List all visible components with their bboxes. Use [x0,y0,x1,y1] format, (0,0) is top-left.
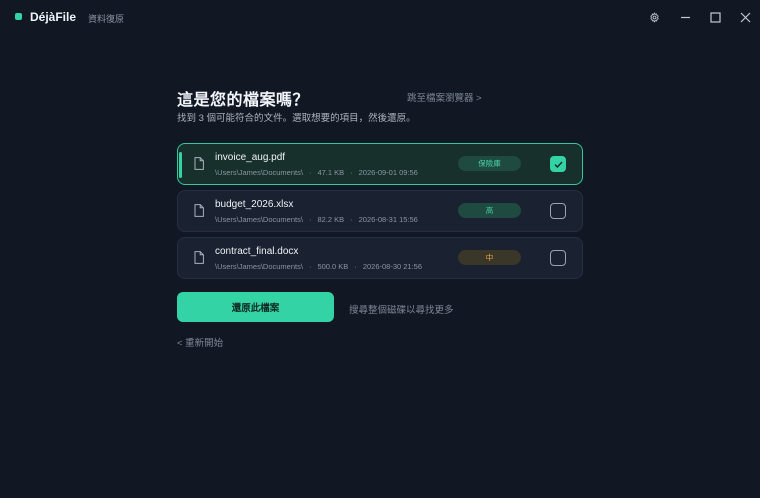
close-icon[interactable] [736,8,754,26]
select-checkbox[interactable] [550,250,566,266]
file-icon [194,204,204,217]
deep-scan-link[interactable]: 搜尋整個磁碟以尋找更多 [349,302,454,316]
select-checkbox[interactable] [550,203,566,219]
status-badge: 高 [458,203,521,218]
title-bar: DéjàFile 資料復原 [0,0,760,34]
meta-separator: · [350,168,353,177]
file-meta: \Users\James\Documents\ · 82.2 KB · 2026-08-… [215,215,418,224]
app-name: DéjàFile [30,10,77,24]
file-meta: \Users\James\Documents\ · 47.1 KB · 2026-09-… [215,168,418,177]
select-checkbox[interactable] [550,156,566,172]
page-subtitle: 找到 3 個可能符合的文件。選取想要的項目，然後還原。 [177,113,416,124]
file-path: \Users\James\Documents\ [215,168,303,177]
file-date: 2026-08-30 21:56 [362,262,423,271]
selection-accent [179,152,182,178]
file-name: contract_final.docx [215,246,299,257]
file-name: invoice_aug.pdf [215,152,286,163]
status-badge: 保險庫 [458,156,521,171]
check-icon [554,161,563,168]
file-path: \Users\James\Documents\ [215,262,303,271]
file-name: budget_2026.xlsx [215,199,294,210]
section-name: 資料復原 [88,14,125,24]
file-meta: \Users\James\Documents\ · 500.0 KB · 2026-08… [215,262,422,271]
browse-files-link[interactable]: 跳至檔案瀏覽器 > [407,90,482,104]
meta-separator: · [354,262,357,271]
file-card-budget[interactable]: budget_2026.xlsx \Users\James\Documents\… [177,190,583,232]
minimize-icon[interactable] [676,8,694,26]
status-badge: 中 [458,250,521,265]
maximize-icon[interactable] [706,8,724,26]
file-size: 500.0 KB [317,262,349,271]
gear-icon[interactable] [645,8,663,26]
file-path: \Users\James\Documents\ [215,215,303,224]
meta-separator: · [308,215,312,224]
file-icon [194,251,204,264]
restore-file-button[interactable]: 還原此檔案 [177,292,334,322]
file-size: 82.2 KB [317,215,345,224]
file-card-invoice[interactable]: invoice_aug.pdf \Users\James\Documents\ ·… [177,143,583,185]
file-icon [194,157,204,170]
meta-separator: · [350,215,353,224]
app-logo-icon [15,13,22,20]
restart-link[interactable]: < 重新開始 [177,335,223,349]
meta-separator: · [308,262,312,271]
file-size: 47.1 KB [317,168,345,177]
meta-separator: · [308,168,312,177]
file-date: 2026-09-01 09:56 [358,168,418,177]
file-card-contract[interactable]: contract_final.docx \Users\James\Documen… [177,237,583,279]
page-title: 這是您的檔案嗎？ [177,92,310,109]
file-date: 2026-08-31 15:56 [358,215,418,224]
